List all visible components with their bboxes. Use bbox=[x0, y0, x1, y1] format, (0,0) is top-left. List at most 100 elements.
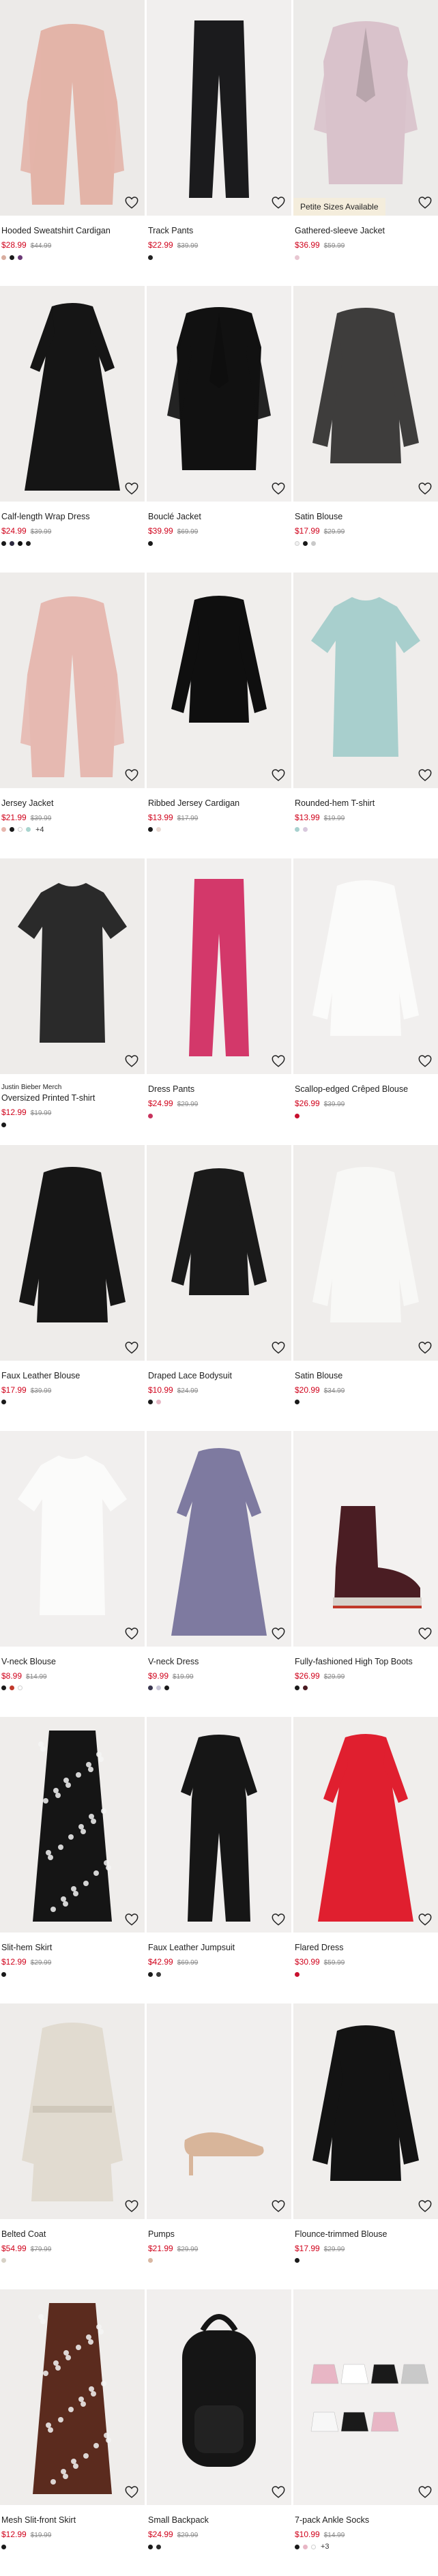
product-image[interactable] bbox=[147, 1430, 291, 1647]
product-title[interactable]: Pumps bbox=[148, 2229, 290, 2240]
product-card[interactable]: V-neck Blouse $8.99 $14.99 bbox=[0, 1430, 145, 1717]
color-swatch[interactable] bbox=[295, 255, 300, 260]
product-card[interactable]: Scallop-edged Crêped Blouse $26.99 $39.99 bbox=[293, 858, 438, 1144]
color-swatch[interactable] bbox=[295, 827, 300, 833]
product-title[interactable]: V-neck Blouse bbox=[1, 1656, 143, 1667]
color-swatch[interactable] bbox=[148, 1113, 153, 1118]
product-card[interactable]: Bouclé Jacket $39.99 $69.99 bbox=[147, 286, 291, 572]
color-swatch[interactable] bbox=[156, 827, 161, 833]
favorite-button[interactable] bbox=[124, 1054, 139, 1069]
color-swatch[interactable] bbox=[311, 2544, 316, 2549]
favorite-button[interactable] bbox=[124, 768, 139, 783]
product-image[interactable] bbox=[147, 286, 291, 502]
product-image[interactable] bbox=[147, 0, 291, 216]
product-image[interactable] bbox=[293, 286, 438, 502]
color-swatch[interactable] bbox=[1, 540, 6, 546]
color-swatch[interactable] bbox=[295, 1400, 300, 1405]
product-card[interactable]: Satin Blouse $17.99 $29.99 bbox=[293, 286, 438, 572]
product-card[interactable]: Slit-hem Skirt $12.99 $29.99 bbox=[0, 1717, 145, 2003]
product-title[interactable]: Scallop-edged Crêped Blouse bbox=[295, 1084, 437, 1095]
favorite-button[interactable] bbox=[418, 195, 433, 210]
product-image[interactable] bbox=[0, 572, 145, 788]
product-card[interactable]: Rounded-hem T-shirt $13.99 $19.99 bbox=[293, 572, 438, 858]
favorite-button[interactable] bbox=[271, 481, 286, 496]
color-swatch[interactable] bbox=[18, 827, 23, 833]
product-image[interactable] bbox=[293, 1717, 438, 1933]
favorite-button[interactable] bbox=[124, 195, 139, 210]
favorite-button[interactable] bbox=[271, 1340, 286, 1355]
color-swatch[interactable] bbox=[10, 255, 14, 260]
product-title[interactable]: Gathered-sleeve Jacket bbox=[295, 225, 437, 236]
color-swatch[interactable] bbox=[164, 1685, 169, 1691]
product-title[interactable]: Faux Leather Blouse bbox=[1, 1370, 143, 1381]
favorite-button[interactable] bbox=[418, 1912, 433, 1927]
product-image[interactable] bbox=[293, 1144, 438, 1361]
product-card[interactable]: Justin Bieber Merch Oversized Printed T-… bbox=[0, 858, 145, 1144]
product-card[interactable]: 7-pack Ankle Socks $10.99 $14.99 +3 bbox=[293, 2289, 438, 2575]
color-swatch[interactable] bbox=[303, 1685, 308, 1691]
color-swatch[interactable] bbox=[311, 540, 316, 546]
product-title[interactable]: Satin Blouse bbox=[295, 511, 437, 522]
color-swatch[interactable] bbox=[148, 540, 153, 546]
product-title[interactable]: Slit-hem Skirt bbox=[1, 1942, 143, 1953]
product-image[interactable] bbox=[0, 1430, 145, 1647]
color-swatch[interactable] bbox=[1, 1685, 6, 1691]
product-title[interactable]: Flounce-trimmed Blouse bbox=[295, 2229, 437, 2240]
product-image[interactable] bbox=[147, 858, 291, 1075]
product-title[interactable]: Rounded-hem T-shirt bbox=[295, 798, 437, 809]
product-title[interactable]: Ribbed Jersey Cardigan bbox=[148, 798, 290, 809]
product-image[interactable]: Petite Sizes Available bbox=[293, 0, 438, 216]
color-swatch[interactable] bbox=[148, 1971, 153, 1977]
color-swatch[interactable] bbox=[295, 540, 300, 546]
favorite-button[interactable] bbox=[124, 481, 139, 496]
product-title[interactable]: Track Pants bbox=[148, 225, 290, 236]
product-image[interactable] bbox=[293, 2289, 438, 2506]
color-swatch[interactable] bbox=[1, 1971, 6, 1977]
color-swatch[interactable] bbox=[148, 2258, 153, 2263]
product-image[interactable] bbox=[293, 858, 438, 1075]
product-image[interactable] bbox=[147, 1717, 291, 1933]
product-image[interactable] bbox=[0, 858, 145, 1075]
product-image[interactable] bbox=[0, 286, 145, 502]
color-swatch[interactable] bbox=[295, 2258, 300, 2263]
product-image[interactable] bbox=[147, 2003, 291, 2219]
favorite-button[interactable] bbox=[271, 1626, 286, 1641]
product-title[interactable]: Satin Blouse bbox=[295, 1370, 437, 1381]
product-card[interactable]: Pumps $21.99 $29.99 bbox=[147, 2003, 291, 2289]
color-swatch[interactable] bbox=[295, 1113, 300, 1118]
favorite-button[interactable] bbox=[418, 2199, 433, 2214]
favorite-button[interactable] bbox=[124, 1626, 139, 1641]
product-image[interactable] bbox=[0, 2289, 145, 2506]
favorite-button[interactable] bbox=[124, 2199, 139, 2214]
product-card[interactable]: Ribbed Jersey Cardigan $13.99 $17.99 bbox=[147, 572, 291, 858]
product-title[interactable]: 7-pack Ankle Socks bbox=[295, 2515, 437, 2526]
favorite-button[interactable] bbox=[418, 481, 433, 496]
favorite-button[interactable] bbox=[271, 2485, 286, 2500]
favorite-button[interactable] bbox=[418, 1340, 433, 1355]
color-swatch[interactable] bbox=[156, 1400, 161, 1405]
product-title[interactable]: Jersey Jacket bbox=[1, 798, 143, 809]
color-swatch[interactable] bbox=[156, 1971, 161, 1977]
favorite-button[interactable] bbox=[271, 2199, 286, 2214]
favorite-button[interactable] bbox=[124, 2485, 139, 2500]
product-title[interactable]: Bouclé Jacket bbox=[148, 511, 290, 522]
color-swatch[interactable] bbox=[1, 255, 6, 260]
product-title[interactable]: Faux Leather Jumpsuit bbox=[148, 1942, 290, 1953]
favorite-button[interactable] bbox=[418, 1054, 433, 1069]
product-image[interactable] bbox=[293, 2003, 438, 2219]
favorite-button[interactable] bbox=[271, 768, 286, 783]
more-colors-count[interactable]: +3 bbox=[321, 2543, 330, 2551]
product-card[interactable]: Mesh Slit-front Skirt $12.99 $19.99 bbox=[0, 2289, 145, 2575]
product-title[interactable]: Hooded Sweatshirt Cardigan bbox=[1, 225, 143, 236]
product-image[interactable] bbox=[147, 2289, 291, 2506]
product-title[interactable]: Draped Lace Bodysuit bbox=[148, 1370, 290, 1381]
favorite-button[interactable] bbox=[418, 768, 433, 783]
favorite-button[interactable] bbox=[124, 1340, 139, 1355]
color-swatch[interactable] bbox=[148, 2544, 153, 2549]
color-swatch[interactable] bbox=[295, 1971, 300, 1977]
color-swatch[interactable] bbox=[1, 1122, 6, 1127]
product-title[interactable]: Oversized Printed T-shirt bbox=[1, 1092, 143, 1103]
product-image[interactable] bbox=[0, 1717, 145, 1933]
product-card[interactable]: Hooded Sweatshirt Cardigan $28.99 $44.99 bbox=[0, 0, 145, 286]
favorite-button[interactable] bbox=[271, 1912, 286, 1927]
